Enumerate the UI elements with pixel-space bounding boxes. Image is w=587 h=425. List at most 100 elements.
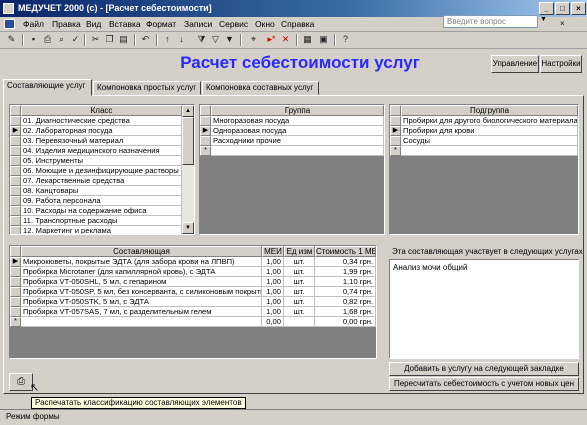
table-cell[interactable]: 1,00: [262, 297, 284, 307]
row-selector[interactable]: [10, 226, 21, 234]
column-header-group[interactable]: Группа: [211, 105, 384, 116]
row-selector[interactable]: [10, 146, 21, 156]
manage-button[interactable]: Управление: [491, 55, 539, 73]
row-selector[interactable]: *: [200, 146, 211, 156]
table-cell[interactable]: шт.: [284, 277, 315, 287]
table-cell[interactable]: шт.: [284, 257, 315, 267]
row-selector[interactable]: [10, 267, 21, 277]
table-row[interactable]: 04. Изделия медицинского назначения: [21, 146, 182, 156]
table-cell[interactable]: Пробирка VT-050STK, 5 мл, с ЭДТА: [21, 297, 262, 307]
table-cell[interactable]: Пробирка VT-050SHL, 5 мл, с гепарином: [21, 277, 262, 287]
menu-file[interactable]: Файл: [23, 19, 44, 29]
table-cell[interactable]: 1,10 грн.: [315, 277, 376, 287]
row-selector[interactable]: [10, 206, 21, 216]
delete-record-icon[interactable]: ✕: [280, 34, 291, 45]
row-selector[interactable]: ▶: [10, 126, 21, 136]
spell-icon[interactable]: ✓: [70, 34, 81, 45]
form-icon[interactable]: [4, 19, 15, 29]
row-selector[interactable]: [10, 116, 21, 126]
table-cell[interactable]: 1,00: [262, 277, 284, 287]
table-cell[interactable]: 1,68 грн.: [315, 307, 376, 317]
table-cell[interactable]: 1,00: [262, 287, 284, 297]
add-to-service-button[interactable]: Добавить в услугу на следующей закладке: [389, 362, 579, 376]
tab-composite-services[interactable]: Компоновка составных услуг: [202, 81, 319, 95]
menu-window[interactable]: Окно: [255, 19, 275, 29]
table-row[interactable]: 08. Канцтовары: [21, 186, 182, 196]
print-icon[interactable]: ⎙: [42, 34, 53, 45]
cut-icon[interactable]: ✂: [90, 34, 101, 45]
minimize-button[interactable]: _: [539, 2, 554, 15]
row-selector[interactable]: ▶: [390, 126, 401, 136]
row-selector[interactable]: [200, 116, 211, 126]
row-selector[interactable]: ▶: [10, 257, 21, 267]
row-selector[interactable]: [390, 116, 401, 126]
paste-icon[interactable]: ▤: [118, 34, 129, 45]
row-selector[interactable]: [10, 196, 21, 206]
table-cell[interactable]: Пробирка Microtaner (для капиллярной кро…: [21, 267, 262, 277]
undo-icon[interactable]: ↶: [140, 34, 151, 45]
tab-simple-services[interactable]: Компоновка простых услуг: [93, 81, 201, 95]
help-search-input[interactable]: Введите вопрос: [443, 15, 538, 28]
sort-asc-icon[interactable]: ↑: [162, 34, 173, 45]
new-object-icon[interactable]: ▣: [318, 34, 329, 45]
help-icon[interactable]: ?: [340, 34, 351, 45]
preview-icon[interactable]: ⌕: [56, 34, 67, 45]
row-selector[interactable]: [10, 216, 21, 226]
sort-desc-icon[interactable]: ↓: [176, 34, 187, 45]
list-item[interactable]: Анализ мочи общий: [393, 263, 575, 272]
row-selector[interactable]: [10, 176, 21, 186]
table-cell[interactable]: 1,99 грн.: [315, 267, 376, 277]
save-icon[interactable]: ▪: [28, 34, 39, 45]
column-header-measure[interactable]: Ед изм: [284, 246, 315, 257]
table-row[interactable]: 02. Лабораторная посуда: [21, 126, 182, 136]
table-row[interactable]: 09. Работа персонала: [21, 196, 182, 206]
table-row[interactable]: 03. Перевязочный материал: [21, 136, 182, 146]
scroll-up-icon[interactable]: ▲: [182, 105, 194, 117]
table-cell[interactable]: Пробирка VT-057SAS, 7 мл, с разделительн…: [21, 307, 262, 317]
filter-form-icon[interactable]: ▽: [210, 34, 221, 45]
tab-components[interactable]: Составляющие услуг: [3, 79, 92, 96]
menu-edit[interactable]: Правка: [52, 19, 81, 29]
scroll-down-icon[interactable]: ▼: [182, 222, 194, 234]
menu-help[interactable]: Справка: [281, 19, 314, 29]
close-form-icon[interactable]: ×: [560, 19, 565, 28]
table-cell[interactable]: 0,34 грн.: [315, 257, 376, 267]
table-cell[interactable]: [21, 317, 262, 327]
new-record-icon[interactable]: ▸*: [266, 34, 277, 45]
database-icon[interactable]: ▦: [302, 34, 313, 45]
row-selector[interactable]: [390, 136, 401, 146]
table-cell[interactable]: Микрокюветы, покрытые ЭДТА (для забора к…: [21, 257, 262, 267]
row-selector[interactable]: [10, 136, 21, 146]
table-cell[interactable]: 1,00: [262, 257, 284, 267]
settings-button[interactable]: Настройки: [540, 55, 582, 73]
table-row[interactable]: 06. Моющие и дезинфицирующие растворы: [21, 166, 182, 176]
row-selector[interactable]: [10, 307, 21, 317]
close-button[interactable]: ×: [571, 2, 586, 15]
column-header-subgroup[interactable]: Подгруппа: [401, 105, 578, 116]
search-dropdown-icon[interactable]: ▼: [540, 16, 548, 27]
menu-format[interactable]: Формат: [146, 19, 176, 29]
table-row[interactable]: Пробирки для крови: [401, 126, 578, 136]
menu-view[interactable]: Вид: [86, 19, 101, 29]
table-row[interactable]: [211, 146, 384, 156]
row-selector[interactable]: [10, 297, 21, 307]
table-row[interactable]: Пробирки для другого биологического мате…: [401, 116, 578, 126]
table-row[interactable]: Одноразовая посуда: [211, 126, 384, 136]
table-row[interactable]: 10. Расходы на содержание офиса: [21, 206, 182, 216]
column-header-component[interactable]: Составляющая: [21, 246, 262, 257]
table-cell[interactable]: шт.: [284, 267, 315, 277]
table-row[interactable]: [401, 146, 578, 156]
table-row[interactable]: 11. Транспортные расходы: [21, 216, 182, 226]
row-selector[interactable]: ▶: [200, 126, 211, 136]
filter-icon[interactable]: ⧩: [196, 34, 207, 45]
row-selector[interactable]: [10, 186, 21, 196]
table-cell[interactable]: 1,00: [262, 307, 284, 317]
table-cell[interactable]: шт.: [284, 297, 315, 307]
column-header-cost[interactable]: Стоимость 1 МЕИ: [315, 246, 376, 257]
table-cell[interactable]: 0,00: [262, 317, 284, 327]
table-row[interactable]: Сосуды: [401, 136, 578, 146]
table-cell[interactable]: шт.: [284, 307, 315, 317]
menu-tools[interactable]: Сервис: [219, 19, 248, 29]
find-icon[interactable]: ⌖: [248, 34, 259, 45]
column-header-class[interactable]: Класс: [21, 105, 182, 116]
